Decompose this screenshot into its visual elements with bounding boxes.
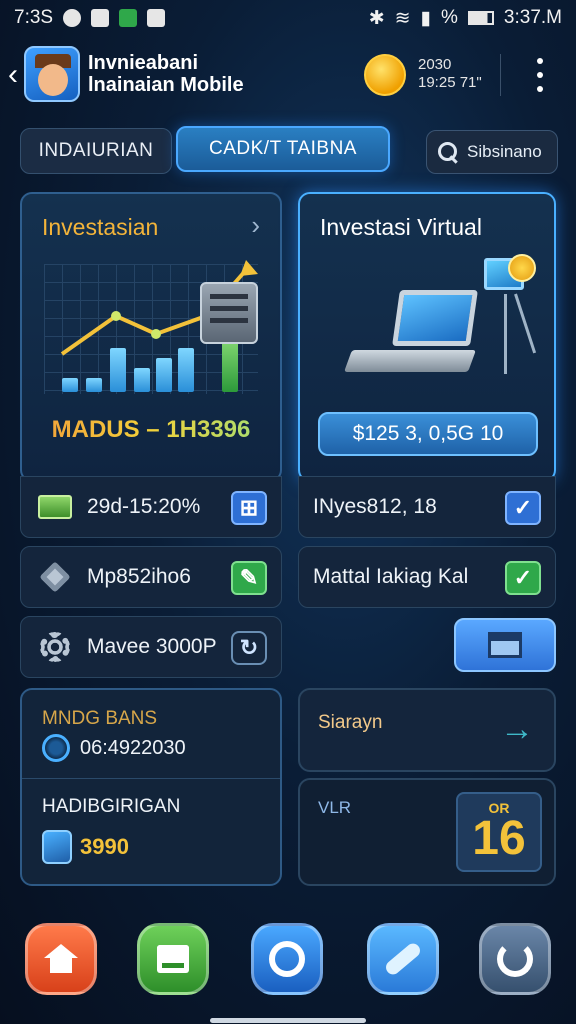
window-button[interactable] <box>454 618 556 672</box>
arrow-right-icon[interactable]: → <box>500 710 534 749</box>
hadibgirigan-value: 3990 <box>80 834 129 859</box>
chevron-right-icon[interactable]: › <box>251 210 260 241</box>
gear-icon <box>37 629 73 665</box>
wifi-icon: ≋ <box>394 7 411 29</box>
vlr-label: VLR <box>318 798 352 817</box>
investasian-card[interactable]: Investasian › MADUS – 1H3396 <box>20 192 282 482</box>
level-badge-number: 16 <box>472 812 526 865</box>
bluetooth-icon: ✱ <box>368 7 385 29</box>
notification-icon <box>63 9 82 27</box>
search-icon <box>437 141 459 163</box>
coin-balance-line2: 19:25 71" <box>418 74 482 91</box>
laptop-base-icon <box>343 350 477 372</box>
mavee-row[interactable]: Mavee 3000P ↻ <box>20 616 282 678</box>
chart-bar <box>86 378 102 392</box>
check-icon[interactable]: ✓ <box>505 561 541 595</box>
virtual-amount-button[interactable]: $125 3, 0,5G 10 <box>318 412 538 456</box>
home-indicator[interactable] <box>210 1018 366 1023</box>
siarayn-card[interactable]: Siarayn → <box>298 688 556 772</box>
header-divider <box>500 54 501 96</box>
hadibgirigan-row: 3990 <box>42 830 129 864</box>
status-left: 7:3S <box>14 7 166 29</box>
mattal-label: Mattal Iakiag Kal <box>313 565 469 588</box>
battery-icon <box>467 11 494 25</box>
virtual-stat-value: INyes812, 18 <box>313 495 437 518</box>
investasian-title: Investasian <box>42 214 159 240</box>
mndg-bans-card[interactable]: MNDG BANS 06:4922030 HADIBGIRIGAN 3990 <box>20 688 282 886</box>
status-time-right: 3:37.M <box>503 7 562 28</box>
level-badge: OR 16 <box>456 792 542 872</box>
edit-icon[interactable]: ✎ <box>231 561 267 595</box>
vlr-card[interactable]: VLR OR 16 <box>298 778 556 886</box>
grid-icon[interactable]: ⊞ <box>231 491 267 525</box>
app-title: Invnieabani lnainaian Mobile <box>88 52 244 96</box>
mp-row[interactable]: Mp852iho6 ✎ <box>20 546 282 608</box>
search-label: Sibsinano <box>467 142 542 161</box>
home-icon <box>44 944 78 974</box>
diamond-icon <box>37 559 73 595</box>
tab-cadkt-taibna[interactable]: CADK/T TAIBNA <box>176 126 390 172</box>
news-icon <box>91 9 110 27</box>
laptop-icon <box>392 290 478 346</box>
badge-icon <box>508 254 536 282</box>
status-right: ✱ ≋ ▮ % 3:37.M <box>369 7 562 30</box>
mattal-row[interactable]: Mattal Iakiag Kal ✓ <box>298 546 556 608</box>
image-icon <box>147 9 166 27</box>
mndg-bans-title: MNDG BANS <box>42 708 158 729</box>
chart-bar <box>62 378 78 392</box>
more-menu-icon[interactable] <box>530 58 550 92</box>
app-header: ‹ Invnieabani lnainaian Mobile 2030 19:2… <box>0 40 576 112</box>
store-icon <box>157 945 189 973</box>
battery-percent: % <box>441 7 458 28</box>
search-button[interactable]: Sibsinano <box>426 130 558 174</box>
nav-refresh-button[interactable] <box>248 920 326 998</box>
app-notification-icon <box>119 9 138 27</box>
nav-store-button[interactable] <box>134 920 212 998</box>
card-divider <box>22 778 280 779</box>
mp-value: Mp852iho6 <box>87 565 191 588</box>
hadibgirigan-title: HADIBGIRIGAN <box>42 796 181 817</box>
tab-indaiurian[interactable]: INDAIURIAN <box>20 128 172 174</box>
nav-sync-button[interactable] <box>476 920 554 998</box>
mndg-bans-row: 06:4922030 <box>42 734 186 762</box>
status-time-left: 7:3S <box>14 7 54 28</box>
nav-home-button[interactable] <box>22 920 100 998</box>
money-icon <box>37 489 73 525</box>
coin-stack-icon <box>42 830 72 864</box>
coin-balance: 2030 19:25 71" <box>418 56 482 92</box>
coin-icon[interactable] <box>364 54 406 96</box>
investasi-virtual-title: Investasi Virtual <box>320 214 482 240</box>
virtual-stat-row[interactable]: INyes812, 18 ✓ <box>298 476 556 538</box>
tools-icon <box>383 940 423 978</box>
easel-leg <box>504 294 507 374</box>
server-icon <box>200 282 258 344</box>
app-title-line1: Invnieabani <box>88 52 199 74</box>
nav-tools-button[interactable] <box>364 920 442 998</box>
siarayn-label: Siarayn <box>318 712 383 733</box>
mndg-bans-value: 06:4922030 <box>80 736 186 759</box>
signal-icon: ▮ <box>420 7 431 29</box>
easel-leg <box>514 293 537 354</box>
mavee-value: Mavee 3000P <box>87 635 217 658</box>
refresh-icon <box>269 941 305 977</box>
clock-icon <box>42 734 70 762</box>
window-icon <box>488 632 522 658</box>
reload-icon[interactable]: ↻ <box>231 631 267 665</box>
sync-icon <box>497 941 533 977</box>
checkbox-icon[interactable]: ✓ <box>505 491 541 525</box>
investasi-virtual-card[interactable]: Investasi Virtual $125 3, 0,5G 10 <box>298 192 556 482</box>
investasian-metric: MADUS – 1H3396 <box>22 416 280 444</box>
investasian-stat-value: 29d-15:20% <box>87 495 201 518</box>
face-icon <box>38 64 68 96</box>
status-bar: 7:3S ✱ ≋ ▮ % 3:37.M <box>0 0 576 36</box>
app-title-line2: lnainaian Mobile <box>88 74 244 96</box>
coin-balance-line1: 2030 <box>418 56 452 73</box>
investasian-stat-row[interactable]: 29d-15:20% ⊞ <box>20 476 282 538</box>
app-avatar[interactable] <box>24 46 80 102</box>
